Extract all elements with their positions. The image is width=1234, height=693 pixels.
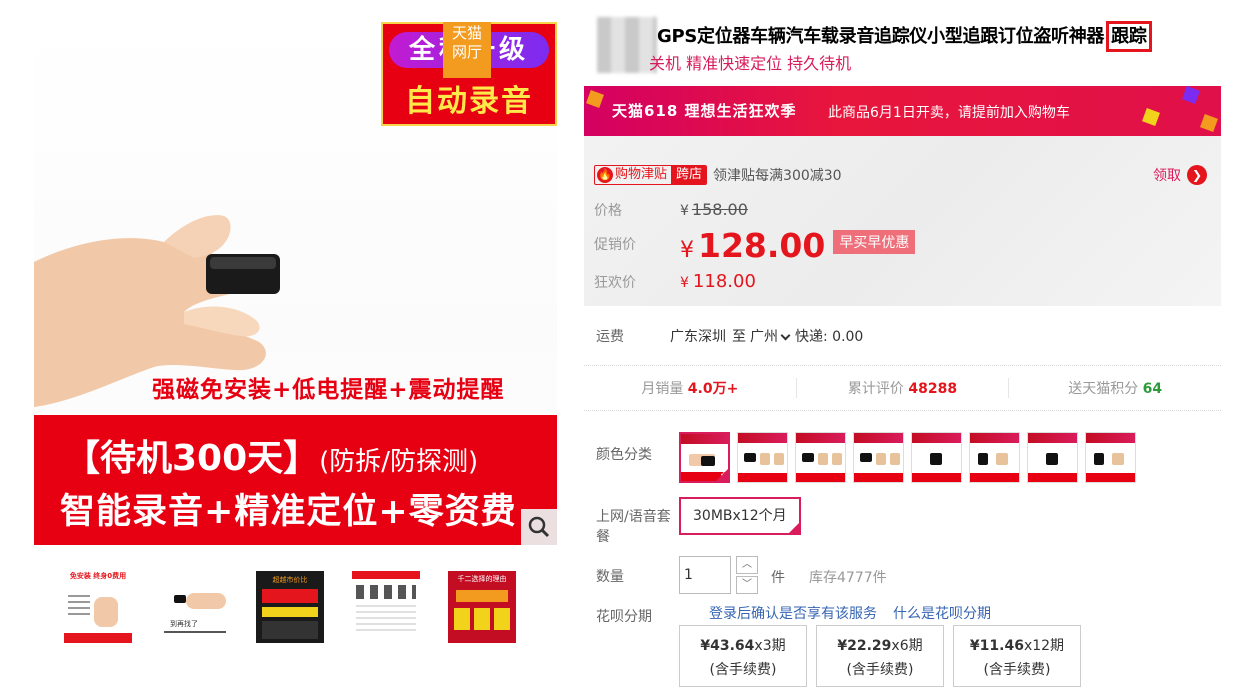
- tmall-618-logo: 天猫618 理想生活狂欢季: [612, 102, 797, 120]
- destination-select[interactable]: 广州: [750, 326, 795, 346]
- quantity-unit: 件: [771, 570, 785, 586]
- check-icon: [716, 469, 728, 481]
- get-coupon-link[interactable]: 领取 ❯: [1153, 165, 1207, 185]
- product-subtitle: 关机 精准快速定位 持久待机: [649, 54, 852, 73]
- product-title: GPS定位器车辆汽车载录音追踪仪小型追跟订位盗听神器 跟踪: [657, 21, 1152, 52]
- color-swatch[interactable]: [1027, 432, 1078, 483]
- quantity-increase-button[interactable]: ︿: [736, 556, 758, 574]
- thumbnail-list: 免安装 终身0费用 到再找了 超越市价比 千二选择的理由: [60, 567, 520, 647]
- coupon-row: 🔥 购物津贴 跨店 领津贴每满300减30: [594, 165, 842, 185]
- chevron-up-icon: ︿: [742, 559, 752, 570]
- installment-options: ¥43.64x3期 (含手续费) ¥22.29x6期 (含手续费) ¥11.46…: [679, 625, 1081, 687]
- festival-price: 118.00: [692, 271, 756, 292]
- thumbnail-4[interactable]: [348, 567, 424, 647]
- decor-cube: [586, 90, 604, 108]
- installment-option-3[interactable]: ¥43.64x3期 (含手续费): [679, 625, 807, 687]
- color-swatch[interactable]: [853, 432, 904, 483]
- color-swatch-list: [679, 432, 1136, 483]
- chevron-down-icon: [780, 330, 791, 341]
- quantity-input[interactable]: 1: [679, 556, 731, 594]
- price-area: 🔥 购物津贴 跨店 领津贴每满300减30 领取 ❯ 价格 ¥ 158.00 促…: [584, 136, 1221, 306]
- color-swatch[interactable]: [969, 432, 1020, 483]
- coupon-description: 领津贴每满300减30: [713, 168, 842, 184]
- chevron-right-icon: ❯: [1187, 165, 1207, 185]
- red-banner: 【待机300天】(防拆/防探测) 智能录音+精准定位+零资费: [34, 415, 557, 545]
- tmall-points: 送天猫积分 64: [1068, 381, 1163, 397]
- check-icon: [787, 522, 800, 557]
- stock-count: 库存4777件: [809, 570, 887, 586]
- thumbnail-1[interactable]: 免安装 终身0费用: [60, 567, 136, 647]
- thumbnail-5[interactable]: 千二选择的理由: [444, 567, 520, 647]
- decor-cube: [1200, 114, 1218, 132]
- color-swatch[interactable]: [795, 432, 846, 483]
- tmall-badge: 天猫 网厅: [443, 22, 491, 78]
- slogan-features: 强磁免安装+低电提醒+震动提醒: [152, 377, 505, 403]
- search-icon: [528, 516, 550, 538]
- divider: [584, 410, 1221, 411]
- installment-option-12[interactable]: ¥11.46x12期 (含手续费): [953, 625, 1081, 687]
- chevron-down-icon: ﹀: [742, 579, 752, 590]
- original-price-row: 价格 ¥ 158.00: [594, 200, 748, 219]
- quantity-decrease-button[interactable]: ﹀: [736, 576, 758, 594]
- huabei-label: 花呗分期: [596, 609, 652, 625]
- zoom-button[interactable]: [521, 509, 557, 545]
- brand-name-blurred: [597, 17, 657, 73]
- color-swatch[interactable]: [911, 432, 962, 483]
- thumbnail-2[interactable]: 到再找了: [156, 567, 232, 647]
- plan-label: 上网/语音套餐: [596, 509, 671, 545]
- color-label: 颜色分类: [596, 447, 652, 463]
- product-info-panel: GPS定位器车辆汽车载录音追踪仪小型追跟订位盗听神器 跟踪 关机 精准快速定位 持…: [583, 0, 1223, 693]
- coupon-badge: 🔥 购物津贴 跨店: [594, 165, 708, 185]
- sales-stats: 月销量 4.0万+ 累计评价 48288 送天猫积分 64: [584, 366, 1221, 410]
- huabei-login-note[interactable]: 登录后确认是否享有该服务: [709, 603, 877, 623]
- installment-option-6[interactable]: ¥22.29x6期 (含手续费): [816, 625, 944, 687]
- original-price: 158.00: [691, 200, 748, 219]
- slogan-standby: 【待机300天】(防拆/防探测): [64, 438, 479, 479]
- promo-price: 128.00: [698, 226, 826, 265]
- main-product-image[interactable]: 天猫 网厅 全程一级 自动录音 强磁免安装+低电提醒+震动提醒 【待机300天】…: [34, 22, 557, 545]
- review-count[interactable]: 累计评价 48288: [797, 378, 1010, 398]
- festival-price-row: 狂欢价 ¥ 118.00: [594, 271, 756, 292]
- product-gallery: 天猫 网厅 全程一级 自动录音 强磁免安装+低电提醒+震动提醒 【待机300天】…: [0, 0, 575, 693]
- shipping-row: 运费 广东深圳 至 广州 快递: 0.00: [596, 326, 863, 346]
- color-swatch[interactable]: [737, 432, 788, 483]
- quantity-label: 数量: [596, 569, 624, 585]
- promo-price-row: 促销价 ¥ 128.00 早买早优惠: [594, 226, 916, 265]
- title-highlight: 跟踪: [1106, 21, 1152, 52]
- event-promo-bar: 天猫618 理想生活狂欢季 此商品6月1日开卖，请提前加入购物车: [584, 86, 1221, 136]
- decor-cube: [1182, 86, 1200, 104]
- promo-tag-bottom: 自动录音: [405, 84, 533, 119]
- early-bird-badge: 早买早优惠: [833, 230, 916, 254]
- color-swatch[interactable]: [679, 432, 730, 483]
- decor-cube: [1142, 108, 1160, 126]
- promo-bar-text: 此商品6月1日开卖，请提前加入购物车: [828, 105, 1070, 121]
- thumbnail-3[interactable]: 超越市价比: [252, 567, 328, 647]
- monthly-sales: 月销量 4.0万+: [584, 378, 797, 398]
- slogan-recording: 智能录音+精准定位+零资费: [60, 492, 517, 532]
- color-swatch[interactable]: [1085, 432, 1136, 483]
- huabei-help-link[interactable]: 什么是花呗分期: [893, 603, 991, 623]
- plan-option-selected[interactable]: 30MBx12个月: [679, 497, 801, 557]
- flame-icon: 🔥: [597, 167, 613, 183]
